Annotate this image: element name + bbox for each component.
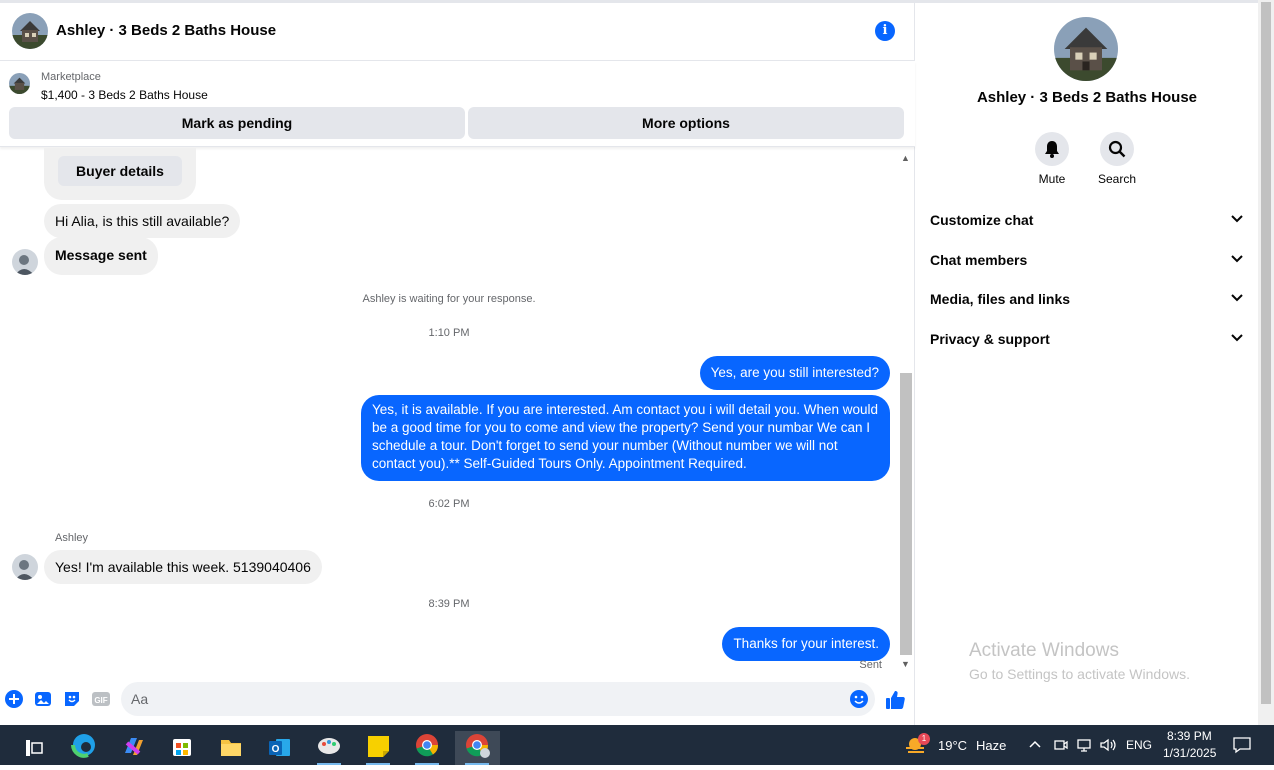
edge-icon[interactable] xyxy=(64,731,104,765)
svg-text:O: O xyxy=(272,744,280,755)
listing-thumbnail[interactable] xyxy=(9,73,30,94)
activate-windows-subtitle: Go to Settings to activate Windows. xyxy=(969,666,1190,682)
page-scroll-thumb[interactable] xyxy=(1261,2,1271,704)
paint-icon xyxy=(318,738,340,754)
notification-icon[interactable] xyxy=(1232,736,1252,754)
mute-button[interactable]: Mute xyxy=(1022,132,1082,186)
paint-app[interactable] xyxy=(309,731,349,765)
message-incoming[interactable]: Message sent xyxy=(44,237,158,275)
weather-badge: 1 xyxy=(918,733,930,745)
buyer-details-button[interactable]: Buyer details xyxy=(58,156,182,186)
message-list: Buyer details Hi Alia, is this still ava… xyxy=(0,148,898,675)
chat-title[interactable]: Ashley · 3 Beds 2 Baths House xyxy=(56,22,276,39)
timestamp: 1:10 PM xyxy=(428,327,470,339)
message-outgoing[interactable]: Yes, are you still interested? xyxy=(699,356,890,390)
message-status: Sent xyxy=(859,659,882,671)
language-indicator[interactable]: ENG xyxy=(1126,738,1152,752)
row-label: Chat members xyxy=(930,252,1028,268)
privacy-support-row[interactable]: Privacy & support xyxy=(930,328,1244,352)
chrome-icon xyxy=(416,734,439,757)
chat-scrollbar[interactable]: ▲ ▼ xyxy=(898,151,914,673)
message-input[interactable] xyxy=(131,682,831,716)
volume-icon[interactable] xyxy=(1099,737,1117,753)
sticker-icon[interactable] xyxy=(62,689,82,709)
scroll-down-arrow[interactable]: ▼ xyxy=(901,659,910,669)
plus-icon[interactable] xyxy=(4,689,24,709)
store-icon[interactable] xyxy=(162,731,202,765)
mute-label: Mute xyxy=(1038,172,1066,186)
search-label: Search xyxy=(1097,172,1137,186)
more-options-button[interactable]: More options xyxy=(468,107,904,139)
row-label: Privacy & support xyxy=(930,331,1050,347)
weather-temp[interactable]: 19°C xyxy=(938,738,967,753)
buyer-details-card: Buyer details xyxy=(44,148,196,200)
taskbar: O 1 19°C Haze ENG 8:39 PM 1/31/2025 xyxy=(0,725,1274,765)
chat-header: Ashley · 3 Beds 2 Baths House i xyxy=(0,3,915,61)
panel-title: Ashley · 3 Beds 2 Baths House xyxy=(976,89,1198,106)
customize-chat-row[interactable]: Customize chat xyxy=(930,209,1244,233)
page-scrollbar[interactable] xyxy=(1258,0,1274,725)
message-incoming[interactable]: Yes! I'm available this week. 5139040406 xyxy=(44,550,322,584)
media-files-links-row[interactable]: Media, files and links xyxy=(930,288,1244,312)
row-label: Media, files and links xyxy=(930,291,1071,307)
timestamp: 8:39 PM xyxy=(428,598,470,610)
meet-icon[interactable] xyxy=(1053,737,1069,753)
chat-avatar[interactable] xyxy=(12,13,48,49)
sticky-notes-app[interactable] xyxy=(358,731,398,765)
chat-members-row[interactable]: Chat members xyxy=(930,249,1244,273)
chevron-down-icon xyxy=(1231,334,1243,342)
activate-windows-title: Activate Windows xyxy=(969,640,1119,661)
outlook-icon[interactable]: O xyxy=(260,731,300,765)
message-outgoing[interactable]: Thanks for your interest. xyxy=(722,627,890,661)
search-icon xyxy=(1108,140,1126,158)
chrome-icon xyxy=(466,734,490,758)
clock-time[interactable]: 8:39 PM xyxy=(1167,729,1212,743)
search-button[interactable]: Search xyxy=(1087,132,1147,186)
sender-name: Ashley xyxy=(55,532,89,544)
copilot-icon[interactable] xyxy=(113,731,153,765)
chrome-profile-app[interactable] xyxy=(455,731,500,765)
like-icon[interactable] xyxy=(884,689,906,711)
message-outgoing[interactable]: Yes, it is available. If you are interes… xyxy=(361,395,890,481)
details-panel: Ashley · 3 Beds 2 Baths House Mute Searc… xyxy=(916,3,1258,725)
panel-avatar[interactable] xyxy=(1054,17,1118,81)
message-input-box xyxy=(121,682,875,716)
photo-icon[interactable] xyxy=(33,689,53,709)
scroll-thumb[interactable] xyxy=(900,373,912,655)
mark-pending-button[interactable]: Mark as pending xyxy=(9,107,465,139)
marketplace-label: Marketplace xyxy=(41,71,101,83)
gif-icon[interactable]: GIF xyxy=(91,689,111,709)
composer: GIF xyxy=(0,675,915,725)
message-incoming[interactable]: Hi Alia, is this still available? xyxy=(44,204,241,238)
info-icon[interactable]: i xyxy=(875,21,895,41)
chevron-up-icon[interactable] xyxy=(1028,738,1042,752)
chevron-down-icon xyxy=(1231,255,1243,263)
messenger-window: Ashley · 3 Beds 2 Baths House i Marketpl… xyxy=(0,0,1274,725)
listing-title[interactable]: $1,400 - 3 Beds 2 Baths House xyxy=(41,88,208,102)
chevron-down-icon xyxy=(1231,215,1243,223)
waiting-notice: Ashley is waiting for your response. xyxy=(362,293,536,305)
bell-icon xyxy=(1045,141,1059,158)
chat-column: Ashley · 3 Beds 2 Baths House i Marketpl… xyxy=(0,3,915,725)
timestamp: 6:02 PM xyxy=(428,498,470,510)
file-explorer-icon[interactable] xyxy=(211,731,251,765)
sender-avatar[interactable] xyxy=(12,554,38,580)
chevron-down-icon xyxy=(1231,294,1243,302)
clock-date[interactable]: 1/31/2025 xyxy=(1163,746,1216,760)
sticky-notes-icon xyxy=(368,736,389,757)
svg-text:GIF: GIF xyxy=(94,696,107,705)
task-view-icon[interactable] xyxy=(14,731,54,765)
weather-condition[interactable]: Haze xyxy=(976,738,1006,753)
marketplace-bar: Marketplace $1,400 - 3 Beds 2 Baths Hous… xyxy=(0,61,915,147)
scroll-up-arrow[interactable]: ▲ xyxy=(901,153,910,163)
row-label: Customize chat xyxy=(930,212,1034,228)
sender-avatar[interactable] xyxy=(12,249,38,275)
emoji-icon[interactable] xyxy=(849,689,869,709)
network-icon[interactable] xyxy=(1076,737,1092,753)
chrome-app[interactable] xyxy=(407,731,447,765)
